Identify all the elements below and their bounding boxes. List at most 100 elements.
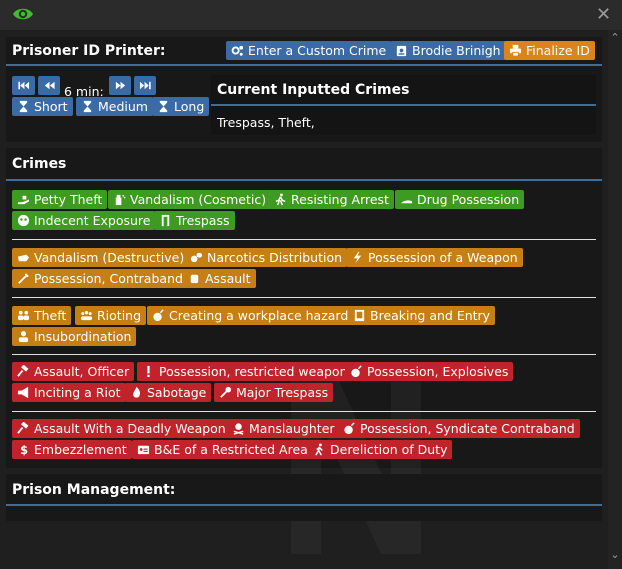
close-icon[interactable]: ✕ (596, 5, 611, 25)
crime-assault-button[interactable]: Assault (183, 269, 256, 288)
crime-indecent-exposure-button[interactable]: Indecent Exposure (12, 211, 156, 230)
bullhorn-icon (17, 386, 29, 399)
id-card-icon (137, 445, 150, 455)
crime-inciting-riot-button[interactable]: Inciting a Riot (12, 383, 126, 402)
prisoner-name-label: Brodie Brinigh (412, 43, 501, 58)
face-icon (17, 214, 30, 227)
crime-label: Sabotage (147, 385, 207, 400)
management-title: Prison Management: (12, 482, 176, 498)
dollar-icon: $ (20, 444, 28, 456)
prisoner-name-button[interactable]: Brodie Brinigh (390, 41, 506, 60)
walking-icon (315, 443, 323, 456)
duration-medium-label: Medium (98, 99, 148, 114)
crime-resisting-arrest-button[interactable]: Resisting Arrest (269, 190, 394, 209)
tier-divider (12, 354, 596, 355)
crime-petty-theft-button[interactable]: Petty Theft (12, 190, 108, 209)
hand-holding-icon (17, 195, 30, 205)
crime-major-trespass-button[interactable]: Major Trespass (214, 383, 334, 402)
crime-assault-deadly-weapon-button[interactable]: Assault With a Deadly Weapon (12, 419, 231, 438)
crime-label: Possession, restricted weapon (159, 364, 348, 379)
crime-possession-weapon-button[interactable]: Possession of a Weapon (346, 248, 523, 267)
hammer-icon (17, 422, 29, 434)
window-content: Prisoner ID Printer: Enter a Custom Crim… (0, 30, 608, 569)
id-badge-icon (396, 45, 407, 57)
crime-label: Possession, Explosives (367, 364, 509, 379)
enter-custom-crime-button[interactable]: Enter a Custom Crime (226, 41, 392, 60)
crime-label: Possession, Contraband (34, 271, 183, 286)
fist-icon (190, 274, 199, 284)
time-max-button[interactable] (134, 76, 156, 95)
duration-long-button[interactable]: Long (152, 97, 210, 116)
crime-label: Drug Possession (417, 192, 520, 207)
crime-label: Assault (205, 271, 251, 286)
crime-label: Manslaughter (249, 421, 335, 436)
crime-drug-possession-button[interactable]: Drug Possession (395, 190, 525, 209)
time-decrease-button[interactable] (38, 76, 60, 95)
vertical-scrollbar[interactable]: ⌃ ⌄ (608, 30, 622, 569)
bomb-icon (153, 309, 164, 322)
crimes-section: Crimes Petty Theft Vandalism (Cosmetic) … (6, 148, 602, 554)
window-titlebar: ✕ (0, 0, 622, 30)
crime-label: Resisting Arrest (291, 192, 389, 207)
crime-vandalism-destructive-button[interactable]: Vandalism (Destructive) (12, 248, 190, 267)
pills-icon (190, 252, 203, 263)
crime-label: Dereliction of Duty (330, 442, 448, 457)
crime-possession-restricted-weapon-button[interactable]: Possession, restricted weapon (137, 362, 353, 381)
finalize-id-button[interactable]: Finalize ID (504, 41, 595, 60)
time-min-button[interactable] (12, 76, 35, 95)
chevron-down-icon[interactable]: ⌄ (609, 549, 621, 561)
crime-rioting-button[interactable]: Rioting (75, 306, 147, 325)
duration-medium-button[interactable]: Medium (76, 97, 153, 116)
door-icon (161, 214, 170, 227)
crime-be-restricted-area-button[interactable]: B&E of a Restricted Area (132, 440, 313, 459)
tier-divider (12, 411, 596, 412)
crime-label: Petty Theft (34, 192, 103, 207)
enter-custom-crime-label: Enter a Custom Crime (248, 43, 387, 58)
crime-dereliction-duty-button[interactable]: Dereliction of Duty (308, 440, 453, 459)
hourglass-icon (159, 100, 168, 113)
eye-icon (13, 8, 33, 20)
rewind-icon (44, 81, 55, 90)
tier-divider (12, 297, 596, 298)
crime-label: Breaking and Entry (370, 308, 491, 323)
crime-embezzlement-button[interactable]: $ Embezzlement (12, 440, 132, 459)
crime-possession-explosives-button[interactable]: Possession, Explosives (345, 362, 514, 381)
finalize-id-label: Finalize ID (526, 43, 590, 58)
bomb-icon (344, 422, 355, 435)
crime-label: Inciting a Riot (34, 385, 121, 400)
crime-vandalism-cosmetic-button[interactable]: Vandalism (Cosmetic) (108, 190, 272, 209)
crime-possession-syndicate-contraband-button[interactable]: Possession, Syndicate Contraband (338, 419, 580, 438)
printer-icon (509, 44, 522, 57)
hourglass-icon (83, 100, 92, 113)
hourglass-icon (19, 100, 28, 113)
current-crimes-header: Current Inputted Crimes (211, 75, 596, 106)
crime-workplace-hazard-button[interactable]: Creating a workplace hazard (147, 306, 354, 325)
prison-management-section: Prison Management: (6, 474, 602, 521)
crime-label: Possession of a Weapon (368, 250, 518, 265)
crime-possession-contraband-button[interactable]: Possession, Contraband (12, 269, 188, 288)
crime-narcotics-distribution-button[interactable]: Narcotics Distribution (185, 248, 348, 267)
crime-label: Rioting (97, 308, 142, 323)
hand-fist-icon (17, 254, 30, 262)
skip-forward-icon (139, 81, 151, 90)
crime-label: Trespass (176, 213, 230, 228)
crime-label: B&E of a Restricted Area (154, 442, 308, 457)
crime-insubordination-button[interactable]: Insubordination (12, 327, 137, 346)
crime-sabotage-button[interactable]: Sabotage (125, 383, 212, 402)
gears-icon (231, 45, 244, 56)
users-icon (17, 310, 30, 321)
printer-title: Prisoner ID Printer: (12, 43, 166, 59)
crime-assault-officer-button[interactable]: Assault, Officer (12, 362, 135, 381)
duration-short-button[interactable]: Short (12, 97, 73, 116)
crime-manslaughter-button[interactable]: Manslaughter (227, 419, 340, 438)
time-increase-button[interactable] (109, 76, 131, 95)
crime-trespass-button[interactable]: Trespass (154, 211, 235, 230)
management-header: Prison Management: (6, 474, 602, 506)
chevron-up-icon[interactable]: ⌃ (609, 32, 621, 44)
user-tie-icon (18, 331, 29, 343)
svg-text:$: $ (20, 444, 28, 456)
syringe-icon (18, 273, 29, 284)
crime-theft-button[interactable]: Theft (12, 306, 72, 325)
printer-section: Prisoner ID Printer: Enter a Custom Crim… (6, 37, 602, 142)
crime-breaking-entry-button[interactable]: Breaking and Entry (348, 306, 496, 325)
